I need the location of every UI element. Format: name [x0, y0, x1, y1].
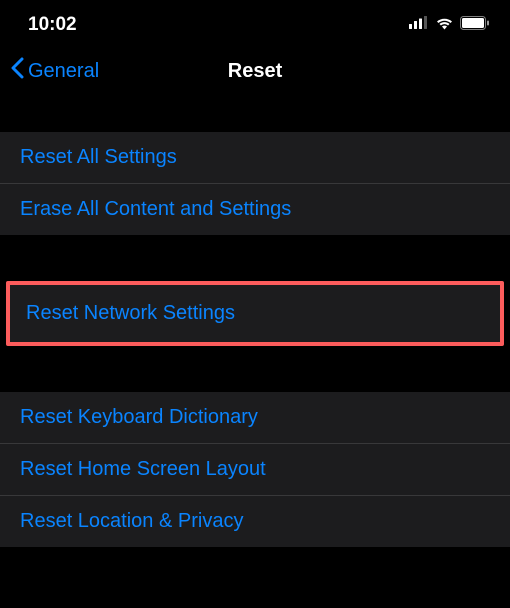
- wifi-icon: [435, 16, 454, 35]
- reset-group-1: Reset All Settings Erase All Content and…: [0, 132, 510, 235]
- cellular-icon: [409, 16, 429, 34]
- spacer: [0, 235, 510, 281]
- reset-network-settings-item[interactable]: Reset Network Settings: [6, 281, 504, 346]
- page-title: Reset: [228, 60, 282, 83]
- back-button[interactable]: General: [10, 57, 99, 85]
- back-label: General: [28, 60, 99, 83]
- navigation-bar: General Reset: [0, 44, 510, 98]
- spacer: [0, 346, 510, 392]
- reset-location-privacy-item[interactable]: Reset Location & Privacy: [0, 496, 510, 547]
- status-bar: 10:02: [0, 0, 510, 44]
- status-icons: [409, 16, 490, 35]
- reset-home-screen-item[interactable]: Reset Home Screen Layout: [0, 444, 510, 496]
- status-time: 10:02: [28, 14, 77, 36]
- reset-group-2: Reset Keyboard Dictionary Reset Home Scr…: [0, 392, 510, 547]
- reset-keyboard-dictionary-item[interactable]: Reset Keyboard Dictionary: [0, 392, 510, 444]
- chevron-left-icon: [10, 57, 24, 85]
- reset-all-settings-item[interactable]: Reset All Settings: [0, 132, 510, 184]
- highlighted-wrapper: Reset Network Settings: [0, 281, 510, 346]
- spacer: [0, 98, 510, 132]
- battery-icon: [460, 16, 490, 35]
- erase-all-content-item[interactable]: Erase All Content and Settings: [0, 184, 510, 235]
